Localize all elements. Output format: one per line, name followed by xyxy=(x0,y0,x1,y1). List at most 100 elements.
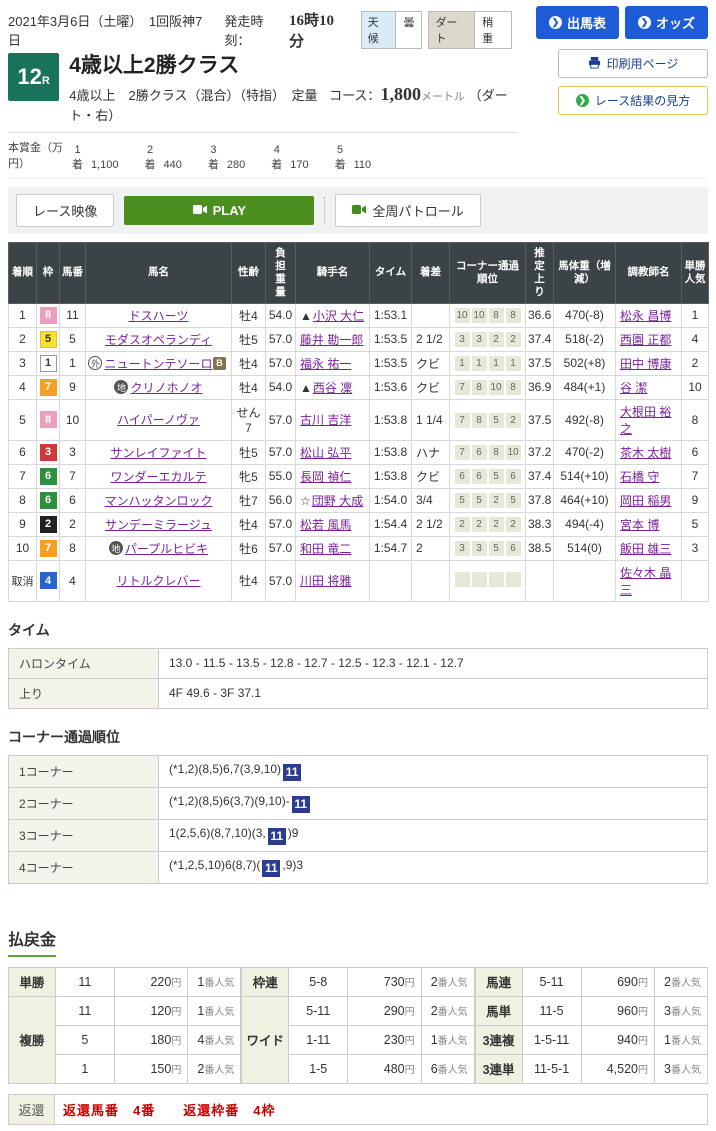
race-condition-text: 4歳以上 2勝クラス（混合）（特指） 定量 xyxy=(69,88,317,103)
payout-combination: 5-11 xyxy=(289,996,348,1025)
result-body-weight: 518(-2) xyxy=(554,327,616,351)
result-trainer: 茶木 太樹 xyxy=(616,440,682,464)
trainer-name-link[interactable]: 大根田 裕之 xyxy=(620,405,671,436)
result-body-weight: 464(+10) xyxy=(554,488,616,512)
payout-combination: 11-5 xyxy=(522,996,581,1025)
payout-tables: 単勝11220円1番人気複勝11120円1番人気5180円4番人気1150円2番… xyxy=(8,967,708,1084)
result-weight: 57.0 xyxy=(266,440,296,464)
horse-name-link[interactable]: モダスオペランディ xyxy=(105,333,212,347)
result-position: 5 xyxy=(9,399,37,440)
jockey-name-link[interactable]: 西谷 凜 xyxy=(313,381,352,395)
odds-button[interactable]: ❯ オッズ xyxy=(625,6,708,39)
table-row: 単勝11220円1番人気 xyxy=(9,967,241,996)
table-row: 2コーナー(*1,2)(8,5)6(3,7)(9,10)-11 xyxy=(9,787,708,819)
patrol-video-button[interactable]: 全周パトロール xyxy=(335,194,480,227)
table-row: 取消44リトルクレバー牡457.0川田 将雅佐々木 晶三 xyxy=(9,560,709,601)
trainer-name-link[interactable]: 西園 正都 xyxy=(620,333,671,347)
corner-order-box: 10 xyxy=(489,380,504,395)
result-body-weight: 484(+1) xyxy=(554,375,616,399)
table-row: 922サンデーミラージュ牡457.0松若 風馬1:54.42 1/2222238… xyxy=(9,512,709,536)
print-page-button[interactable]: 印刷用ページ xyxy=(558,49,708,78)
waku-badge: 8 xyxy=(40,307,57,324)
trainer-name-link[interactable]: 茶木 太樹 xyxy=(620,446,671,460)
payout-popularity: 1番人気 xyxy=(188,967,241,996)
trainer-name-link[interactable]: 石橋 守 xyxy=(620,470,659,484)
corner-order-table: 1コーナー(*1,2)(8,5)6,7(3,9,10)112コーナー(*1,2)… xyxy=(8,755,708,884)
result-time: 1:53.5 xyxy=(370,327,412,351)
prize-rank-suffix: 着 xyxy=(271,158,282,172)
trainer-name-link[interactable]: 田中 博康 xyxy=(620,357,671,371)
corner-order-box: 5 xyxy=(489,469,504,484)
results-header-13: 単勝人気 xyxy=(682,242,709,303)
horse-name-link[interactable]: マンハッタンロック xyxy=(104,494,212,508)
result-corner-order: 3322 xyxy=(450,327,526,351)
yen-suffix: 円 xyxy=(638,1036,648,1047)
results-header-1: 枠 xyxy=(37,242,60,303)
result-margin: 2 1/2 xyxy=(412,512,450,536)
payout-combination: 1-5 xyxy=(289,1054,348,1083)
table-row: 1コーナー(*1,2)(8,5)6,7(3,9,10)11 xyxy=(9,755,708,787)
payout-bet-type: 単勝 xyxy=(9,967,56,996)
patrol-label: 全周パトロール xyxy=(372,201,463,220)
trainer-name-link[interactable]: 松永 昌博 xyxy=(620,309,671,323)
result-guide-button[interactable]: ❯ レース結果の見方 xyxy=(558,86,708,115)
jockey-name-link[interactable]: 団野 大成 xyxy=(312,494,363,508)
jockey-name-link[interactable]: 松若 風馬 xyxy=(300,518,351,532)
play-button[interactable]: PLAY xyxy=(124,196,314,225)
results-header-8: 着差 xyxy=(412,242,450,303)
odds-button-label: オッズ xyxy=(656,13,695,32)
jockey-name-link[interactable]: 長岡 禎仁 xyxy=(300,470,351,484)
trainer-name-link[interactable]: 岡田 稲男 xyxy=(620,494,671,508)
result-horse-name: ドスハーツ xyxy=(86,303,232,327)
result-favorite xyxy=(682,560,709,601)
winner-number-box: 11 xyxy=(292,796,310,813)
jockey-name-link[interactable]: 古川 吉洋 xyxy=(300,413,351,427)
yen-suffix: 円 xyxy=(638,978,648,989)
horse-name-link[interactable]: ワンダーエカルテ xyxy=(110,470,206,484)
result-horse-number: 10 xyxy=(60,399,86,440)
trainer-name-link[interactable]: 飯田 雄三 xyxy=(620,542,671,556)
corner-order-box: 8 xyxy=(472,413,487,428)
payout-amount: 120円 xyxy=(114,996,187,1025)
trainer-name-link[interactable]: 佐々木 晶三 xyxy=(620,566,671,597)
prize-rank: 1着 xyxy=(72,143,83,172)
result-waku: 8 xyxy=(37,303,60,327)
result-margin: 2 1/2 xyxy=(412,327,450,351)
arrow-circle-icon: ❯ xyxy=(576,94,589,107)
payout-popularity: 1番人気 xyxy=(421,1025,474,1054)
race-video-button[interactable]: レース映像 xyxy=(16,194,114,227)
horse-name-link[interactable]: ハイパーノヴァ xyxy=(117,413,200,427)
result-jockey: ▲小沢 大仁 xyxy=(296,303,370,327)
shutsuba-button[interactable]: ❯ 出馬表 xyxy=(536,6,619,39)
payout-amount: 730円 xyxy=(348,967,421,996)
horse-name-link[interactable]: サンレイファイト xyxy=(110,446,206,460)
waku-badge: 7 xyxy=(40,379,57,396)
trainer-name-link[interactable]: 谷 潔 xyxy=(620,381,647,395)
horse-name-link[interactable]: パープルヒビキ xyxy=(125,542,208,556)
jockey-name-link[interactable]: 和田 竜二 xyxy=(300,542,351,556)
result-time xyxy=(370,560,412,601)
horse-name-link[interactable]: ニュートンテソーロ xyxy=(104,357,212,371)
jockey-name-link[interactable]: 松山 弘平 xyxy=(300,446,351,460)
jockey-name-link[interactable]: 小沢 大仁 xyxy=(313,309,364,323)
result-horse-number: 8 xyxy=(60,536,86,560)
refund-label: 返還 xyxy=(9,1094,55,1124)
horse-name-link[interactable]: クリノホノオ xyxy=(130,381,202,395)
trainer-name-link[interactable]: 宮本 博 xyxy=(620,518,659,532)
horse-name-link[interactable]: リトルクレバー xyxy=(116,574,200,588)
result-body-weight: 514(0) xyxy=(554,536,616,560)
race-date-line: 2021年3月6日（土曜） 1回阪神7日 発走時刻： 16時10分 天候 曇 ダ… xyxy=(8,6,518,51)
horse-name-link[interactable]: ドスハーツ xyxy=(129,309,189,323)
result-waku: 7 xyxy=(37,375,60,399)
jockey-name-link[interactable]: 川田 将雅 xyxy=(300,574,351,588)
result-position: 10 xyxy=(9,536,37,560)
table-row: 866マンハッタンロック牡756.0☆団野 大成1:54.03/4552537.… xyxy=(9,488,709,512)
horse-name-link[interactable]: サンデーミラージュ xyxy=(105,518,212,532)
race-number: 12 xyxy=(17,64,41,90)
result-corner-order: 2222 xyxy=(450,512,526,536)
jockey-name-link[interactable]: 藤井 勘一郎 xyxy=(300,333,363,347)
time-section-title: タイム xyxy=(8,620,708,640)
jockey-name-link[interactable]: 福永 祐一 xyxy=(300,357,351,371)
result-horse-name: 外ニュートンテソーロB xyxy=(86,351,232,375)
payout-amount: 180円 xyxy=(114,1025,187,1054)
